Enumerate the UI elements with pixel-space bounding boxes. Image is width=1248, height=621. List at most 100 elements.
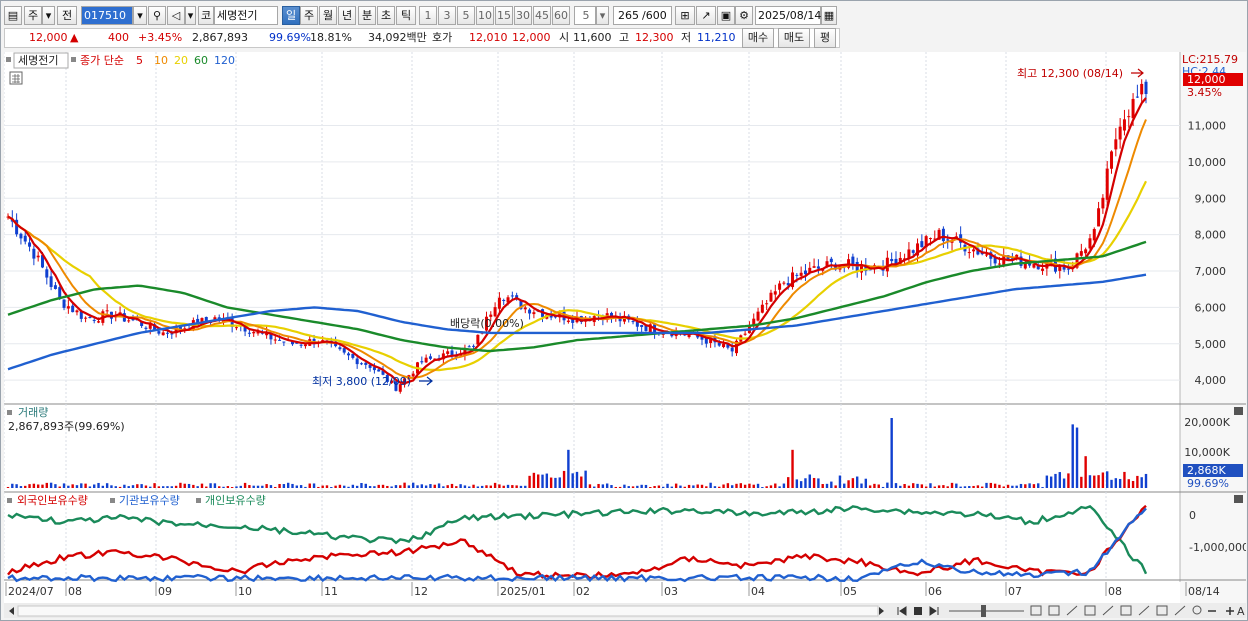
- volume-bar: [1006, 484, 1010, 488]
- volume-bar: [601, 484, 605, 488]
- trend-tool-icon[interactable]: ↗: [696, 6, 716, 25]
- speaker-icon[interactable]: ◁: [167, 6, 185, 25]
- volume-bar: [1136, 475, 1139, 488]
- interval-1[interactable]: 1: [419, 6, 437, 25]
- candle-body: [967, 252, 971, 254]
- volume-bar: [562, 470, 566, 488]
- tab-year[interactable]: 년: [338, 6, 356, 25]
- volume-bar: [407, 485, 411, 488]
- interval-3[interactable]: 3: [438, 6, 456, 25]
- sell-button[interactable]: 매도: [778, 28, 810, 48]
- volume-bar: [36, 484, 40, 488]
- volume-bar: [929, 483, 932, 488]
- tab-month[interactable]: 월: [319, 6, 337, 25]
- interval-15[interactable]: 15: [495, 6, 513, 25]
- tab-day[interactable]: 일: [282, 6, 300, 25]
- volume-bar: [851, 478, 855, 488]
- candle-body: [1127, 116, 1131, 118]
- volume-bar: [381, 484, 385, 488]
- calendar-icon[interactable]: ▦: [821, 6, 837, 25]
- interval-60[interactable]: 60: [552, 6, 570, 25]
- font-size-icon[interactable]: A: [1237, 605, 1245, 618]
- interval-30[interactable]: 30: [514, 6, 532, 25]
- prev-button[interactable]: 전: [57, 6, 77, 25]
- volume-bar: [1106, 471, 1109, 488]
- volume-bar: [71, 484, 74, 488]
- volume-bar: [1015, 485, 1018, 488]
- gear-icon[interactable]: ⚙: [735, 6, 753, 25]
- volume-bar: [429, 484, 432, 488]
- volume-bar: [618, 486, 622, 488]
- candle-icon[interactable]: ⊞: [675, 6, 695, 25]
- interval-45[interactable]: 45: [533, 6, 551, 25]
- interval-5[interactable]: 5: [457, 6, 475, 25]
- candle-body: [782, 282, 786, 284]
- candle-body: [105, 310, 109, 312]
- interval-input[interactable]: 5: [574, 6, 596, 25]
- pct-tag-label: 3.45%: [1187, 86, 1222, 99]
- interval-dropdown-icon[interactable]: ▾: [596, 6, 609, 25]
- volume-bar: [278, 483, 281, 488]
- volume-bar: [718, 486, 721, 488]
- buy-button[interactable]: 매수: [742, 28, 774, 48]
- candle-body: [528, 309, 532, 314]
- zoom-slider-handle[interactable]: [981, 605, 986, 617]
- scroll-track[interactable]: [17, 605, 879, 617]
- period-unit-button[interactable]: 주: [24, 6, 42, 25]
- candle-body: [743, 333, 747, 335]
- candle-body: [66, 306, 70, 309]
- candle-body: [1144, 81, 1148, 94]
- tab-minute[interactable]: 분: [358, 6, 376, 25]
- volume-bar: [377, 484, 380, 488]
- volume-bar: [998, 484, 1001, 488]
- volume-bar: [1093, 475, 1096, 488]
- open-price: 11,600: [573, 31, 612, 44]
- candle-body: [32, 248, 36, 259]
- volume-bar: [890, 418, 893, 488]
- speaker-dropdown-icon[interactable]: ▾: [185, 6, 196, 25]
- stock-code-input[interactable]: 017510: [81, 6, 133, 25]
- volume-bar: [580, 476, 583, 488]
- candle-body: [92, 319, 96, 321]
- save-icon[interactable]: ▣: [717, 6, 735, 25]
- code-dropdown-icon[interactable]: ▾: [133, 6, 147, 25]
- volume-bar: [49, 482, 53, 488]
- volume-bar: [782, 483, 786, 488]
- high-price: 12,300: [635, 31, 674, 44]
- panel-close-icon[interactable]: [1234, 495, 1243, 503]
- candle-body: [355, 358, 359, 365]
- candle-body: [907, 249, 911, 259]
- candle-body: [1097, 208, 1101, 227]
- flat-button[interactable]: 평: [814, 28, 836, 48]
- high-marker-label: 최고 12,300 (08/14): [1017, 67, 1123, 80]
- volume-bar: [24, 485, 27, 488]
- volume-bar: [726, 483, 730, 488]
- search-icon[interactable]: ⚲: [148, 6, 166, 25]
- legend-bullet-icon: [71, 57, 76, 62]
- interval-10[interactable]: 10: [476, 6, 494, 25]
- volume-bar: [88, 486, 92, 488]
- volume-bar: [347, 486, 350, 488]
- volume-tick-label: 10,000K: [1184, 446, 1230, 459]
- candle-body: [730, 347, 734, 352]
- stock-name-field[interactable]: 세명전기: [214, 6, 278, 25]
- price-change-pct: +3.45%: [138, 31, 183, 44]
- tab-tick[interactable]: 틱: [396, 6, 416, 25]
- stock-chart[interactable]: 4,000 5,000 6,000 7,000 8,000 9,000 10,000 11,0…: [4, 52, 1246, 618]
- date-tick-label: 08: [1108, 585, 1122, 598]
- chart-menu-icon[interactable]: ▤: [4, 6, 22, 25]
- date-input[interactable]: 2025/08/14: [755, 6, 821, 25]
- volume-bar: [830, 481, 833, 488]
- price-tick-label: 4,000: [1195, 374, 1227, 387]
- volume-bar: [368, 486, 372, 488]
- volume-bar: [593, 486, 596, 488]
- candle-body: [36, 255, 40, 258]
- chart-window: ▤ 주 ▾ 전 017510 ▾ ⚲ ◁ ▾ 코 세명전기 일 주 월 년 분 …: [0, 0, 1248, 621]
- stop-icon[interactable]: [914, 607, 922, 615]
- chevron-down-icon[interactable]: ▾: [42, 6, 55, 25]
- count-input[interactable]: 265: [613, 6, 641, 25]
- tab-week[interactable]: 주: [300, 6, 318, 25]
- panel-close-icon[interactable]: [1234, 407, 1243, 415]
- volume-bar: [437, 483, 441, 488]
- tab-second[interactable]: 초: [377, 6, 395, 25]
